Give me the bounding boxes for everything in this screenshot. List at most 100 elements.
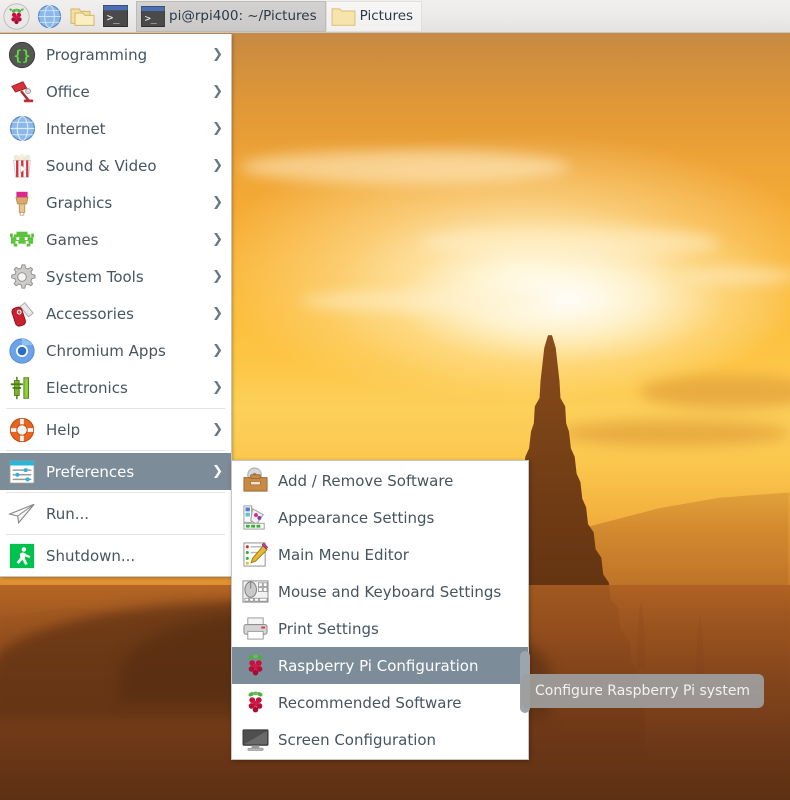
- window-button-terminal[interactable]: >_ pi@rpi400: ~/Pictures: [136, 0, 326, 32]
- globe-icon: [6, 113, 38, 145]
- menu-item-office[interactable]: Office ❯: [0, 73, 231, 110]
- menu-item-label: Sound & Video: [46, 156, 157, 175]
- menu-item-run[interactable]: Run...: [0, 495, 231, 532]
- file-manager-icon[interactable]: [66, 0, 99, 33]
- chevron-right-icon: ❯: [212, 343, 223, 358]
- submenu-item-label: Raspberry Pi Configuration: [278, 656, 479, 675]
- gear-icon: [6, 261, 38, 293]
- chevron-right-icon: ❯: [212, 269, 223, 284]
- menu-item-label: Electronics: [46, 378, 128, 397]
- menu-separator: [6, 408, 225, 409]
- printer-icon: [240, 614, 270, 644]
- menu-item-help[interactable]: Help ❯: [0, 411, 231, 448]
- menu-separator: [6, 450, 225, 451]
- menu-item-label: Games: [46, 230, 99, 249]
- submenu-item-label: Appearance Settings: [278, 508, 435, 527]
- submenu-item-mouse-and-keyboard-settings[interactable]: Mouse and Keyboard Settings: [232, 573, 528, 610]
- menu-item-label: Internet: [46, 119, 106, 138]
- submenu-item-main-menu-editor[interactable]: Main Menu Editor: [232, 536, 528, 573]
- appearance-palette-icon: [240, 503, 270, 533]
- menu-editor-pencil-icon: [240, 540, 270, 570]
- menu-item-electronics[interactable]: Electronics ❯: [0, 369, 231, 406]
- chevron-right-icon: ❯: [212, 158, 223, 173]
- swiss-knife-icon: [6, 298, 38, 330]
- terminal-icon[interactable]: >_: [99, 0, 132, 33]
- sliders-icon: [6, 456, 38, 488]
- submenu-item-label: Print Settings: [278, 619, 379, 638]
- submenu-item-label: Main Menu Editor: [278, 545, 409, 564]
- submenu-item-label: Recommended Software: [278, 693, 462, 712]
- popcorn-video-icon: [6, 150, 38, 182]
- menu-item-label: Chromium Apps: [46, 341, 166, 360]
- menu-item-internet[interactable]: Internet ❯: [0, 110, 231, 147]
- window-button-pictures[interactable]: Pictures: [325, 0, 423, 32]
- menu-item-programming[interactable]: {} Programming ❯: [0, 36, 231, 73]
- mouse-keyboard-icon: [240, 577, 270, 607]
- menu-item-shutdown[interactable]: Shutdown...: [0, 537, 231, 574]
- monitor-icon: [240, 725, 270, 755]
- raspberry-icon: [240, 688, 270, 718]
- space-invader-icon: [6, 224, 38, 256]
- submenu-item-print-settings[interactable]: Print Settings: [232, 610, 528, 647]
- cloud-shape: [240, 150, 570, 184]
- chevron-right-icon: ❯: [212, 306, 223, 321]
- raspberry-icon: [240, 651, 270, 681]
- window-button-label: pi@rpi400: ~/Pictures: [169, 8, 317, 24]
- chromium-icon: [6, 335, 38, 367]
- paper-plane-icon: [6, 498, 38, 530]
- preferences-submenu: Add / Remove Software Appearance Setting…: [231, 460, 530, 760]
- cloud-shape: [560, 420, 790, 446]
- desk-lamp-icon: [6, 76, 38, 108]
- menu-item-games[interactable]: Games ❯: [0, 221, 231, 258]
- menu-item-label: System Tools: [46, 267, 144, 286]
- code-braces-icon: {}: [6, 39, 38, 71]
- raspberry-menu-icon[interactable]: [0, 0, 33, 33]
- terminal-icon: >_: [141, 5, 165, 27]
- menu-item-preferences[interactable]: Preferences ❯: [0, 453, 231, 490]
- submenu-item-label: Mouse and Keyboard Settings: [278, 582, 502, 601]
- menu-item-accessories[interactable]: Accessories ❯: [0, 295, 231, 332]
- submenu-item-label: Screen Configuration: [278, 730, 437, 749]
- menu-item-label: Help: [46, 420, 81, 439]
- tooltip: Configure Raspberry Pi system: [521, 674, 765, 708]
- software-briefcase-icon: [240, 466, 270, 496]
- chevron-right-icon: ❯: [212, 380, 223, 395]
- chevron-right-icon: ❯: [212, 47, 223, 62]
- menu-item-label: Programming: [46, 45, 148, 64]
- chevron-right-icon: ❯: [212, 464, 223, 479]
- chevron-right-icon: ❯: [212, 84, 223, 99]
- menu-item-label: Preferences: [46, 462, 135, 481]
- taskbar: >_ >_ pi@rpi400: ~/Pictures Pictures: [0, 0, 790, 33]
- menu-separator: [6, 492, 225, 493]
- submenu-item-add-remove-software[interactable]: Add / Remove Software: [232, 462, 528, 499]
- menu-item-label: Accessories: [46, 304, 134, 323]
- circuit-icon: [6, 372, 38, 404]
- submenu-item-recommended-software[interactable]: Recommended Software: [232, 684, 528, 721]
- menu-item-chromium-apps[interactable]: Chromium Apps ❯: [0, 332, 231, 369]
- web-browser-icon[interactable]: [33, 0, 66, 33]
- menu-item-graphics[interactable]: Graphics ❯: [0, 184, 231, 221]
- menu-item-label: Shutdown...: [46, 546, 136, 565]
- submenu-item-raspberry-pi-configuration[interactable]: Raspberry Pi Configuration: [232, 647, 528, 684]
- menu-item-sound-and-video[interactable]: Sound & Video ❯: [0, 147, 231, 184]
- submenu-item-label: Add / Remove Software: [278, 471, 454, 490]
- menu-separator: [6, 534, 225, 535]
- svg-text:>_: >_: [145, 13, 158, 24]
- exit-runner-icon: [6, 540, 38, 572]
- svg-text:{}: {}: [14, 48, 31, 64]
- menu-item-system-tools[interactable]: System Tools ❯: [0, 258, 231, 295]
- taskbar-launchers: >_: [0, 0, 136, 33]
- window-list: >_ pi@rpi400: ~/Pictures Pictures: [136, 0, 423, 33]
- chevron-right-icon: ❯: [212, 195, 223, 210]
- folder-icon: [331, 6, 356, 27]
- menu-item-label: Office: [46, 82, 90, 101]
- cloud-shape: [680, 268, 790, 284]
- menu-item-label: Graphics: [46, 193, 113, 212]
- submenu-item-appearance-settings[interactable]: Appearance Settings: [232, 499, 528, 536]
- paintbrush-icon: [6, 187, 38, 219]
- chevron-right-icon: ❯: [212, 422, 223, 437]
- cloud-shape: [300, 290, 560, 312]
- submenu-item-screen-configuration[interactable]: Screen Configuration: [232, 721, 528, 758]
- life-ring-icon: [6, 414, 38, 446]
- cloud-shape: [420, 228, 720, 258]
